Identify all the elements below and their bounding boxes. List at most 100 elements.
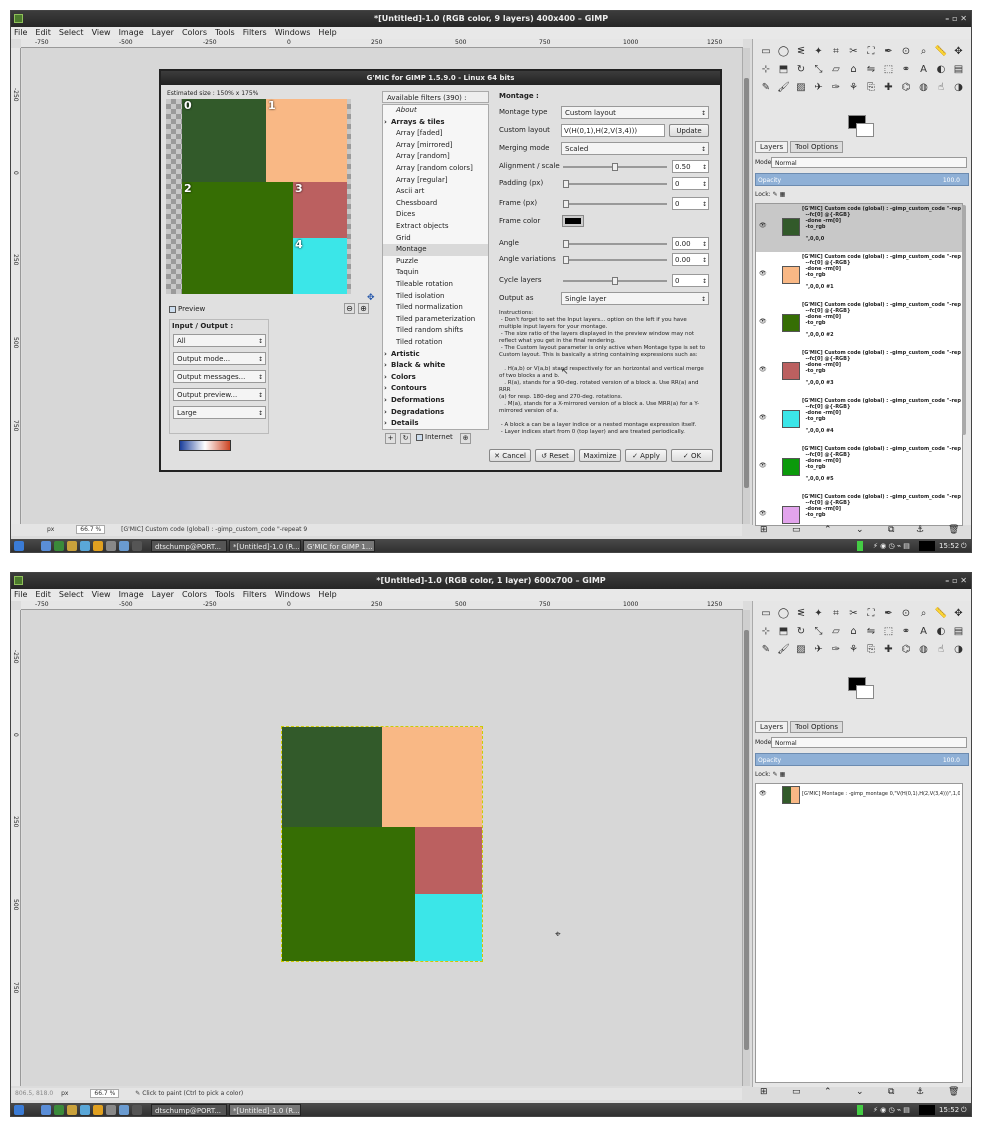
preview-checkbox[interactable]: Preview <box>169 305 205 313</box>
rotate-icon[interactable]: ↻ <box>794 63 808 77</box>
tab-tool-options[interactable]: Tool Options <box>790 141 844 153</box>
dodge-icon[interactable]: ◑ <box>952 643 966 657</box>
add-fave-icon[interactable]: + <box>385 433 396 444</box>
gradient-icon[interactable]: ▤ <box>952 625 966 639</box>
zoom-out-button[interactable]: ⊖ <box>344 303 355 314</box>
fuzzy-select-icon[interactable]: ✦ <box>812 45 826 59</box>
mypaint-icon[interactable]: ⚘ <box>847 81 861 95</box>
measure-icon[interactable]: 📏 <box>934 45 948 59</box>
menu-select[interactable]: Select <box>59 28 84 37</box>
menu-filters[interactable]: Filters <box>243 28 267 37</box>
apply-button[interactable]: ✓ Apply <box>625 449 667 462</box>
ok-button[interactable]: ✓ OK <box>671 449 713 462</box>
launcher-icon[interactable] <box>93 1105 103 1115</box>
filter-category[interactable]: › Contours <box>383 383 488 395</box>
flip-icon[interactable]: ⇋ <box>864 625 878 639</box>
cage-icon[interactable]: ⬚ <box>882 63 896 77</box>
montage-type-select[interactable]: Custom layout <box>561 106 709 120</box>
airbrush-icon[interactable]: ✈ <box>812 643 826 657</box>
tray-icons[interactable]: ⚡ ◉ ◷ ⌁ ▤ <box>873 539 910 552</box>
preview-size-select[interactable]: Large <box>173 406 266 420</box>
text-icon[interactable]: A <box>917 625 931 639</box>
fuzzy-select-icon[interactable]: ✦ <box>812 607 826 621</box>
custom-layout-input[interactable]: V(H(0,1),H(2,V(3,4))) <box>561 124 665 137</box>
menu-file[interactable]: File <box>14 590 27 599</box>
filter-item[interactable]: Array [mirrored] <box>383 140 488 152</box>
cycle-layers-spin[interactable]: 0 <box>672 274 709 288</box>
perspective-icon[interactable]: ⌂ <box>847 63 861 77</box>
clone-icon[interactable]: ⎘ <box>864 643 878 657</box>
bucket-fill-icon[interactable]: ◐ <box>934 63 948 77</box>
filter-item[interactable]: Montage <box>383 244 488 256</box>
zoom-select[interactable]: 66.7 % <box>90 1089 120 1098</box>
filter-item[interactable]: Array [random colors] <box>383 163 488 175</box>
color-select-icon[interactable]: ⌗ <box>829 45 843 59</box>
opacity-slider[interactable]: Opacity 100.0 <box>755 753 969 766</box>
gradient-icon[interactable]: ▤ <box>952 63 966 77</box>
move-icon[interactable]: ✥ <box>367 293 375 303</box>
scale-icon[interactable]: ⤡ <box>812 63 826 77</box>
raise-layer-icon[interactable]: ⌃ <box>824 525 832 535</box>
ellipse-select-icon[interactable]: ◯ <box>777 607 791 621</box>
filter-category[interactable]: › Black & white <box>383 360 488 372</box>
tray-icons[interactable]: ⚡ ◉ ◷ ⌁ ▤ <box>873 1103 910 1116</box>
start-menu-icon[interactable] <box>14 1105 24 1115</box>
pencil-icon[interactable]: ✎ <box>759 643 773 657</box>
filter-category[interactable]: › Colors <box>383 372 488 384</box>
move-icon[interactable]: ✥ <box>952 45 966 59</box>
frame-spin[interactable]: 0 <box>672 197 709 211</box>
ellipse-select-icon[interactable]: ◯ <box>777 45 791 59</box>
lock-paint-icon[interactable]: ✎ <box>773 191 778 198</box>
expand-arrow-icon[interactable]: › <box>384 407 387 419</box>
layer-row[interactable]: 👁 [G'MIC] Custom code (global) : -gimp_cu… <box>756 492 962 525</box>
launcher-icon[interactable] <box>119 541 129 551</box>
flip-icon[interactable]: ⇋ <box>864 63 878 77</box>
shear-icon[interactable]: ▱ <box>829 625 843 639</box>
scale-icon[interactable]: ⤡ <box>812 625 826 639</box>
paths-icon[interactable]: ✒ <box>882 45 896 59</box>
rect-select-icon[interactable]: ▭ <box>759 45 773 59</box>
launcher-icon[interactable] <box>54 541 64 551</box>
power-icon[interactable]: ⏻ <box>961 1103 967 1116</box>
frame-color-swatch[interactable] <box>562 215 584 227</box>
filter-category[interactable]: › Deformations <box>383 395 488 407</box>
menu-file[interactable]: File <box>14 28 27 37</box>
menu-windows[interactable]: Windows <box>275 28 311 37</box>
filter-item[interactable]: Array [random] <box>383 151 488 163</box>
paths-icon[interactable]: ✒ <box>882 607 896 621</box>
expand-arrow-icon[interactable]: › <box>384 383 387 395</box>
heal-icon[interactable]: ✚ <box>882 643 896 657</box>
tab-layers[interactable]: Layers <box>755 721 789 733</box>
canvas-vscrollbar[interactable] <box>742 48 750 524</box>
padding-slider[interactable] <box>563 180 667 188</box>
filter-item[interactable]: Ascii art <box>383 186 488 198</box>
filter-item[interactable]: Chessboard <box>383 198 488 210</box>
align-icon[interactable]: ⊹ <box>759 625 773 639</box>
shear-icon[interactable]: ▱ <box>829 63 843 77</box>
launcher-icon[interactable] <box>54 1105 64 1115</box>
frame-slider[interactable] <box>563 200 667 208</box>
eye-icon[interactable]: 👁 <box>759 319 767 325</box>
bucket-fill-icon[interactable]: ◐ <box>934 625 948 639</box>
eye-icon[interactable]: 👁 <box>759 791 767 797</box>
output-as-select[interactable]: Single layer <box>561 292 709 306</box>
mode-select[interactable]: Normal <box>771 157 967 168</box>
menu-image[interactable]: Image <box>119 590 144 599</box>
expand-arrow-icon[interactable]: › <box>384 418 387 429</box>
cycle-layers-slider[interactable] <box>563 277 667 285</box>
layer-row[interactable]: 👁 [G'MIC] Custom code (global) : -gimp_cu… <box>756 300 962 348</box>
filter-item[interactable]: Tiled isolation <box>383 291 488 303</box>
alignment-slider[interactable] <box>563 163 667 171</box>
mode-select[interactable]: Normal <box>771 737 967 748</box>
menu-select[interactable]: Select <box>59 590 84 599</box>
crop-icon[interactable]: ⬒ <box>777 63 791 77</box>
color-picker-icon[interactable]: ⊙ <box>899 45 913 59</box>
launcher-icon[interactable] <box>132 541 142 551</box>
menu-tools[interactable]: Tools <box>215 28 235 37</box>
refresh-icon[interactable]: ↻ <box>400 433 411 444</box>
expand-arrow-icon[interactable]: › <box>384 360 387 372</box>
layer-row[interactable]: 👁 [G'MIC] Custom code (global) : -gimp_cu… <box>756 348 962 396</box>
heal-icon[interactable]: ✚ <box>882 81 896 95</box>
lasso-icon[interactable]: ᓬ <box>794 607 808 621</box>
filter-item[interactable]: Tiled rotation <box>383 337 488 349</box>
